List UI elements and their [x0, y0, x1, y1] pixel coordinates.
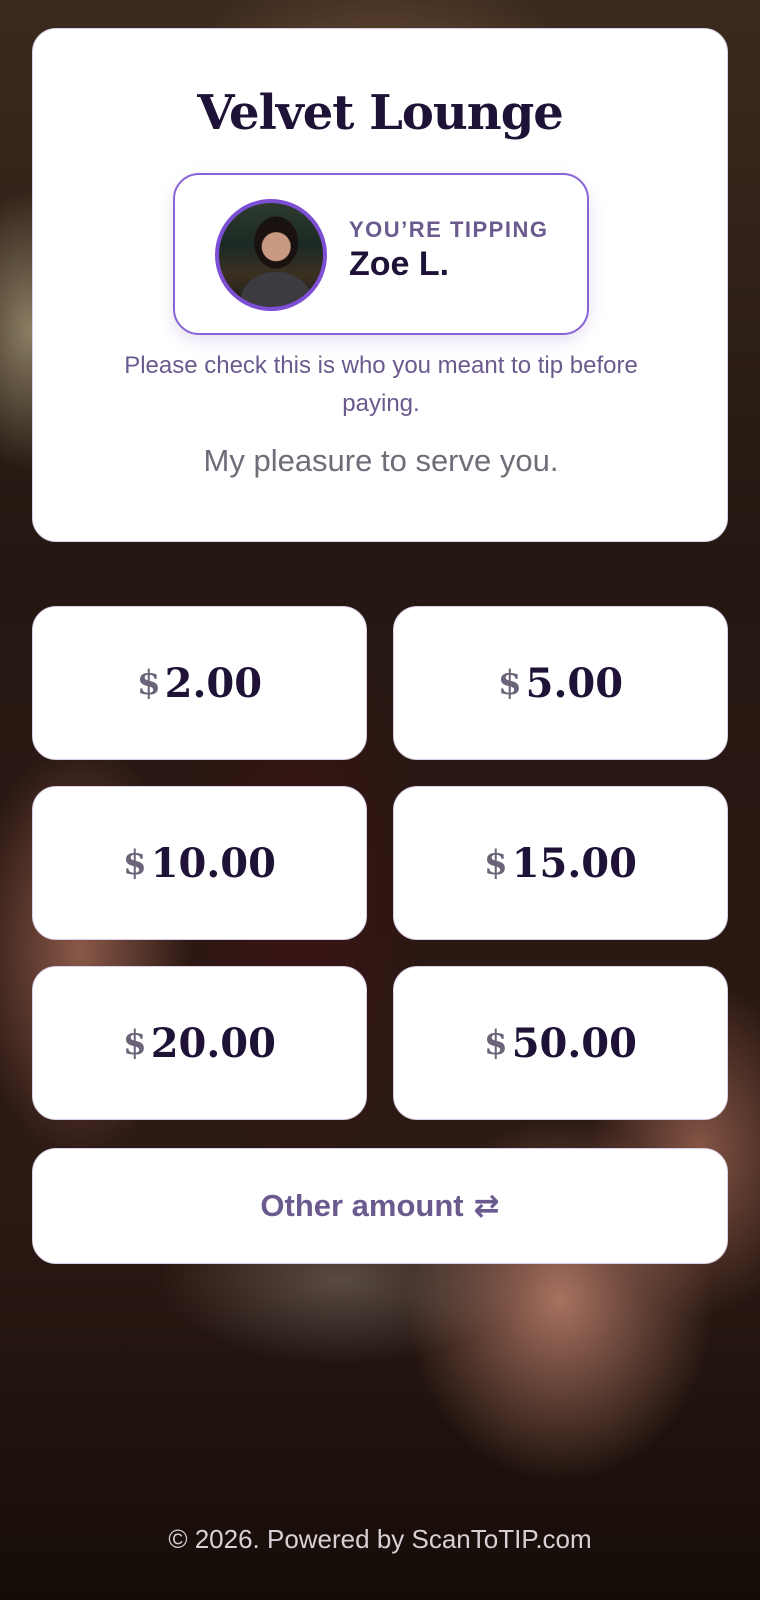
staff-name: Zoe L.: [349, 245, 450, 283]
amount-value: 2.00: [164, 659, 263, 707]
venue-card: Velvet Lounge YOU’RE TIPPING Zoe L. Plea…: [32, 28, 728, 542]
amount-value: 5.00: [525, 659, 624, 707]
amount-button-15[interactable]: $ 15.00: [393, 786, 728, 940]
amount-value: 50.00: [511, 1019, 637, 1067]
other-amount-label: Other amount: [260, 1188, 464, 1223]
amount-value: 15.00: [511, 839, 637, 887]
check-note: Please check this is who you meant to ti…: [124, 352, 638, 417]
amount-value: 20.00: [150, 1019, 276, 1067]
amount-value: 10.00: [150, 839, 276, 887]
currency-symbol: $: [123, 1023, 147, 1063]
swap-icon: ⇄: [473, 1188, 500, 1224]
tipping-label: YOU’RE TIPPING: [349, 217, 549, 242]
footer-credit: © 2026. Powered by ScanToTIP.com: [168, 1524, 592, 1554]
staff-card: YOU’RE TIPPING Zoe L.: [173, 173, 589, 335]
other-amount-button[interactable]: Other amount ⇄: [32, 1148, 728, 1264]
venue-title: Velvet Lounge: [197, 85, 564, 141]
currency-symbol: $: [136, 663, 161, 703]
currency-symbol: $: [484, 1023, 508, 1063]
currency-symbol: $: [497, 663, 522, 703]
amount-button-5[interactable]: $ 5.00: [393, 606, 728, 760]
staff-motto: My pleasure to serve you.: [203, 443, 559, 478]
amount-button-50[interactable]: $ 50.00: [393, 966, 728, 1120]
currency-symbol: $: [484, 843, 508, 883]
staff-avatar: [215, 199, 327, 311]
amount-button-20[interactable]: $ 20.00: [32, 966, 367, 1120]
amount-grid: $ 2.00 $ 5.00 $ 10.00 $ 15.00 $ 20.00 $ …: [32, 606, 728, 1120]
amount-button-2[interactable]: $ 2.00: [32, 606, 367, 760]
amount-button-10[interactable]: $ 10.00: [32, 786, 367, 940]
currency-symbol: $: [123, 843, 147, 883]
